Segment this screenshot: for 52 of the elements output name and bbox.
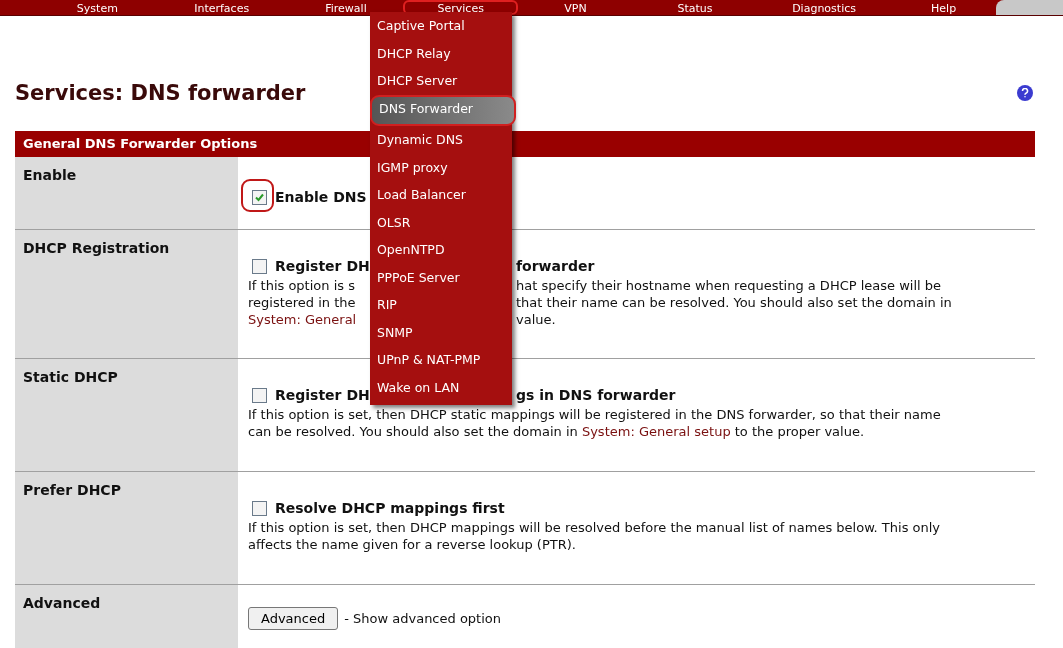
row-label: Static DHCP [15, 359, 238, 471]
checkbox[interactable] [252, 501, 267, 516]
menu-item[interactable]: DHCP Server [370, 67, 512, 95]
link[interactable]: System: General [248, 311, 357, 328]
option-label: Enable DNS [275, 189, 367, 206]
description-text: hat specify their hostname when requesting a DHCP lease will be [516, 277, 942, 294]
menu-item[interactable]: SNMP [370, 318, 512, 346]
page-title: Services: DNS forwarder [15, 81, 306, 105]
menu-item[interactable]: Load Balancer [370, 181, 512, 209]
option-label: Register DH [275, 258, 370, 275]
option-label: Register DH [275, 387, 370, 404]
nav-item[interactable]: Interfaces [154, 0, 289, 15]
description-text: value. [516, 311, 556, 328]
option-label: Resolve DHCP mappings first [275, 500, 505, 517]
menu-item[interactable]: IGMP proxy [370, 153, 512, 181]
description-text: If this option is set, then DHCP mappings will be resolved before the manual list of names below. This only [248, 519, 941, 536]
description-text: - Show advanced option [344, 610, 501, 627]
menu-item[interactable]: RIP [370, 291, 512, 319]
row-label: Enable [15, 157, 238, 229]
menu-item[interactable]: Dynamic DNS [370, 126, 512, 154]
nav-item[interactable]: Status [632, 0, 758, 15]
link[interactable]: System: General setup [581, 423, 731, 440]
option-label: gs in DNS forwarder [516, 387, 676, 404]
advanced-button[interactable]: Advanced [248, 607, 339, 630]
checkbox[interactable] [252, 259, 267, 274]
menu-item[interactable]: DHCP Relay [370, 39, 512, 67]
nav-item[interactable]: System [40, 0, 155, 15]
nav-item[interactable]: Diagnostics [757, 0, 891, 15]
description-text: that their name can be resolved. You should also set the domain in [516, 294, 952, 311]
nav-item[interactable]: VPN [518, 0, 633, 15]
menu-item[interactable]: DNS Forwarder [370, 94, 516, 126]
description-text: registered in the [248, 294, 356, 311]
checkbox[interactable] [252, 388, 267, 403]
nav-item[interactable]: Firewall [288, 0, 404, 15]
checkbox[interactable] [252, 190, 267, 205]
menu-item[interactable]: OpenNTPD [370, 236, 512, 264]
description-text: can be resolved. You should also set the domain in [248, 423, 579, 440]
nav-item[interactable]: Help [891, 0, 997, 15]
row-label: Prefer DHCP [15, 472, 238, 584]
description-text: affects the name given for a reverse lookup (PTR). [248, 536, 576, 553]
menu-item[interactable]: UPnP & NAT-PMP [370, 346, 512, 374]
help-icon[interactable] [1017, 85, 1033, 101]
row-label: Advanced [15, 585, 238, 648]
description-text: If this option is set, then DHCP static mappings will be registered in the DNS forwarder, so that their name [248, 406, 941, 423]
menu-item[interactable]: PPPoE Server [370, 263, 512, 291]
description-text: to the proper value. [733, 423, 865, 440]
menu-item[interactable]: Captive Portal [370, 12, 512, 40]
option-label: forwarder [516, 258, 595, 275]
row-label: DHCP Registration [15, 230, 238, 358]
menu-item[interactable]: Wake on LAN [370, 373, 512, 401]
description-text: If this option is s [248, 277, 355, 294]
menu-item[interactable]: OLSR [370, 208, 512, 236]
